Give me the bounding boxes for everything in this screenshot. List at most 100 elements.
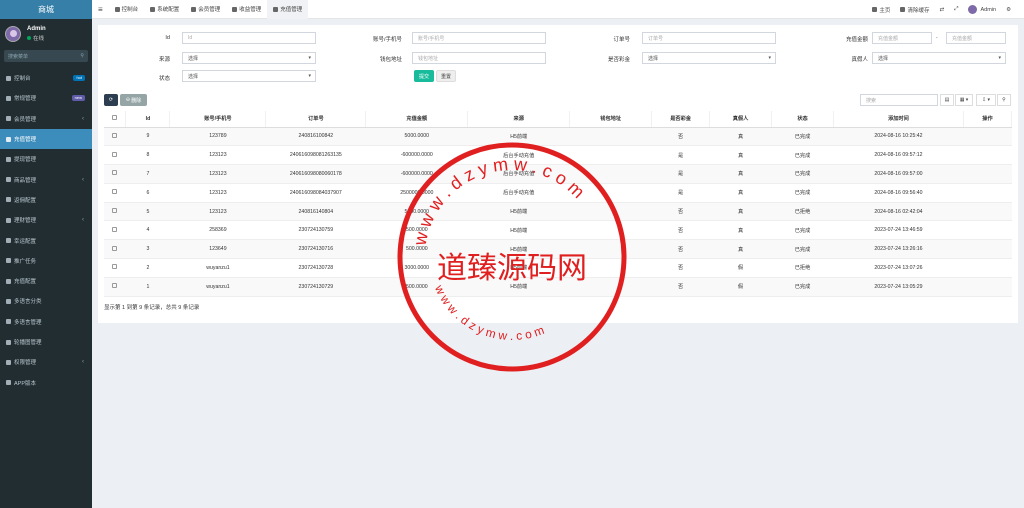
table-cell: 假 (709, 258, 772, 278)
sidebar-item-3[interactable]: 充值管理 (0, 128, 92, 150)
submit-button[interactable]: 提交 (414, 70, 434, 82)
table-search-input[interactable]: 搜索 (860, 94, 938, 106)
search-icon[interactable]: ⚲ (997, 94, 1011, 106)
table-row[interactable]: 7 123123 240616098080060178 -600000.0000 后台手… (104, 164, 1012, 184)
tab-icon (150, 6, 156, 12)
column-header[interactable]: Id (125, 111, 171, 128)
table-row[interactable]: 3 123649 230724130716 500.0000 H5前端 否真已完成 2023… (104, 239, 1012, 260)
sidebar-item-11[interactable]: 多语言分类 (0, 291, 92, 311)
column-header[interactable]: 充值金额 (365, 111, 469, 128)
table-cell (963, 183, 1012, 203)
column-header[interactable]: 操作 (963, 111, 1013, 128)
row-checkbox[interactable] (112, 283, 118, 289)
table-cell: 真 (709, 164, 772, 184)
tab-3[interactable]: 收益管理 (226, 0, 267, 19)
table-row[interactable]: 1 wuyanzu1 230724130729 500.0000 H5前端 否假已完成 20… (104, 277, 1012, 297)
sidebar-item-5[interactable]: 商品管理 ‹ (0, 169, 92, 189)
filter-account-input[interactable]: 账号/手机号 (412, 32, 546, 44)
sidebar-item-label: APP版本 (14, 380, 37, 387)
table-row[interactable]: 8 123123 240616098081263135 -600000.0000 后台手… (104, 145, 1012, 166)
row-checkbox[interactable] (112, 132, 118, 138)
table-row[interactable]: 4 258369 230724130759 500.0000 H5前端 否真已完成 2023… (104, 220, 1012, 241)
export-icon[interactable]: ⇩ ▾ (976, 94, 996, 106)
row-checkbox[interactable] (112, 208, 118, 214)
menu-item-icon (6, 75, 11, 81)
clear-cache-button[interactable]: 清除缓存 (895, 0, 934, 19)
tab-4[interactable]: 充值管理 (267, 0, 309, 19)
tab-0[interactable]: 控制台 (109, 0, 145, 19)
sidebar-item-4[interactable]: 提现管理 (0, 149, 92, 169)
sidebar-item-2[interactable]: 会员管理 ‹ (0, 109, 92, 129)
select-all-checkbox[interactable] (112, 115, 118, 121)
row-checkbox[interactable] (112, 264, 118, 270)
sidebar-item-label: 多语言分类 (14, 299, 42, 306)
filter-amount-max-input[interactable]: 充值金额 (946, 32, 1006, 44)
column-header[interactable]: 订单号 (265, 111, 367, 128)
tab-2[interactable]: 会员管理 (185, 0, 226, 19)
sidebar-item-0[interactable]: 控制台 hot (0, 68, 92, 88)
sidebar-item-12[interactable]: 多语言管理 (0, 312, 92, 332)
row-checkbox[interactable] (112, 226, 118, 232)
table-cell: H5前端 (467, 127, 570, 147)
filter-real-select[interactable]: 选择 ▾ (872, 52, 1006, 64)
filter-status-select[interactable]: 选择 ▾ (182, 70, 316, 82)
sidebar-search-input[interactable]: 搜索菜单 ⚲ (4, 50, 88, 62)
chevron-down-icon: ▾ (998, 55, 1001, 61)
sidebar-item-label: 会员管理 (14, 116, 37, 123)
filter-amount-min-input[interactable]: 充值金额 (872, 32, 932, 44)
reset-button[interactable]: 重置 (436, 70, 456, 82)
sidebar-item-label: 充值管理 (14, 137, 37, 144)
table-cell (963, 127, 1012, 147)
refresh-button[interactable]: ⟳ (104, 94, 118, 106)
row-checkbox[interactable] (112, 151, 118, 157)
filter-id-input[interactable]: Id (182, 32, 316, 44)
sidebar-item-10[interactable]: 充值配置 (0, 271, 92, 291)
row-checkbox[interactable] (112, 245, 118, 251)
table-cell: 123789 (169, 127, 266, 147)
app-logo[interactable]: 商城 (0, 0, 92, 19)
sidebar-item-13[interactable]: 轮播图管理 (0, 332, 92, 352)
column-header[interactable]: 是否彩金 (651, 111, 711, 128)
sidebar-item-9[interactable]: 推广任务 (0, 251, 92, 271)
columns-icon[interactable]: ▦ ▾ (955, 94, 973, 106)
row-checkbox[interactable] (112, 170, 118, 176)
filter-source-select[interactable]: 选择 ▾ (182, 52, 316, 64)
tab-1[interactable]: 系统配置 (144, 0, 185, 19)
settings-icon[interactable]: ⚙ (1001, 0, 1016, 19)
table-row[interactable]: 2 wuyanzu1 230724130728 3000.0000 H5前端 否假已拒绝 2… (104, 258, 1012, 278)
filter-wallet-input[interactable]: 钱包地址 (412, 52, 546, 64)
filter-order-input[interactable]: 订单号 (642, 32, 776, 44)
row-checkbox[interactable] (112, 189, 118, 195)
delete-button[interactable]: ⊖ 删除 (120, 94, 147, 106)
filter-bonus-select[interactable]: 选择 ▾ (642, 52, 776, 64)
language-icon[interactable]: ⇄ (934, 0, 949, 19)
sidebar-item-6[interactable]: 返佣配置 (0, 190, 92, 210)
table-cell: H5前端 (467, 239, 570, 260)
menu-toggle-icon[interactable]: ≡ (98, 5, 103, 14)
status-dot-icon (27, 35, 31, 40)
column-header[interactable]: 真假人 (709, 111, 773, 128)
toggle-view-icon[interactable]: ▤ (940, 94, 954, 106)
sidebar-item-8[interactable]: 幸运配置 (0, 230, 92, 250)
column-header[interactable]: 钱包地址 (569, 111, 653, 128)
sidebar-item-14[interactable]: 权限管理 ‹ (0, 352, 92, 372)
table-cell: 123123 (169, 183, 266, 203)
fullscreen-icon[interactable]: ⤢ (949, 0, 963, 19)
table-cell: 后台手动充值 (467, 145, 570, 166)
home-link[interactable]: 主页 (867, 0, 895, 19)
column-header[interactable]: 来源 (467, 111, 571, 128)
table-row[interactable]: 9 123789 240816100842 5000.0000 H5前端 否真已完成 202… (104, 127, 1012, 147)
column-header[interactable] (104, 111, 127, 128)
sidebar-item-15[interactable]: APP版本 (0, 372, 92, 392)
table-row[interactable]: 6 123123 240616098084037907 2500000.0000 后台手… (104, 183, 1012, 203)
column-header[interactable]: 账号/手机号 (169, 111, 267, 128)
column-header[interactable]: 状态 (771, 111, 834, 128)
table-cell: 后台手动充值 (467, 183, 570, 203)
sidebar-item-7[interactable]: 理财管理 ‹ (0, 210, 92, 230)
table-row[interactable]: 5 123123 240816140804 5000.0000 H5前端 否真已拒绝 202… (104, 202, 1012, 222)
table-cell: 是 (651, 145, 710, 166)
table-cell: 4 (125, 220, 170, 241)
user-menu[interactable]: Admin (963, 0, 1001, 19)
column-header[interactable]: 添加时间 (833, 111, 964, 128)
sidebar-item-1[interactable]: 常规管理 new (0, 88, 92, 108)
